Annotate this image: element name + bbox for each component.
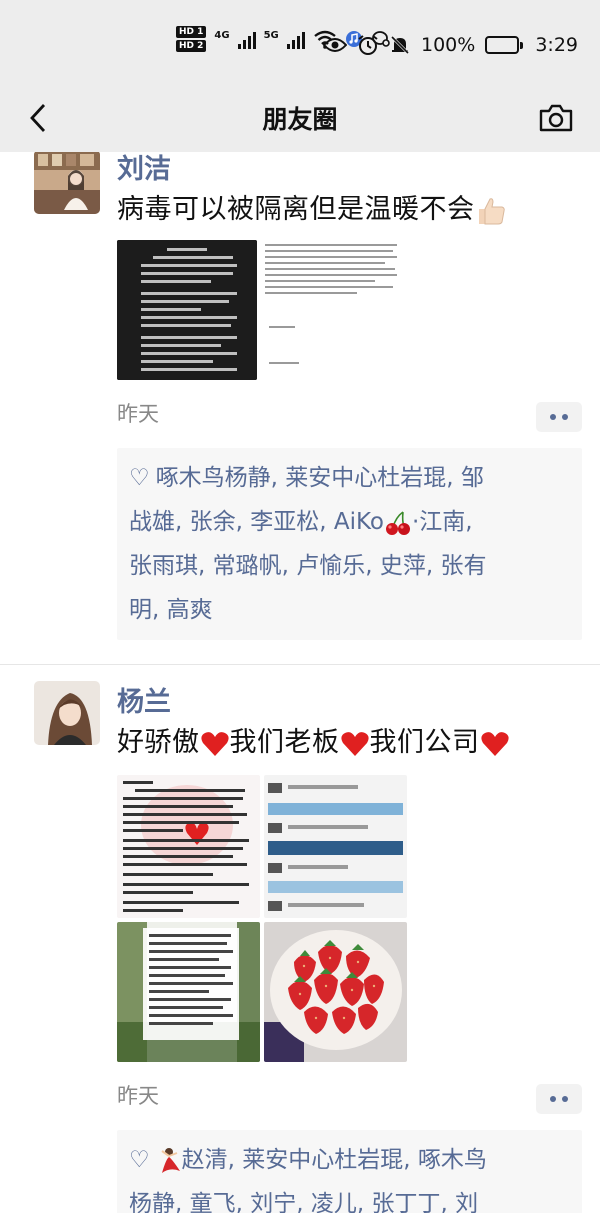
hd2-badge: HD 2 — [176, 40, 207, 52]
dancer-emoji-icon — [161, 1147, 180, 1173]
post-text: 病毒可以被隔离但是温暖不会 — [117, 190, 582, 230]
post-image[interactable] — [117, 775, 260, 918]
liker-names[interactable]: 赵清, 莱安中心杜岩琨, 啄木鸟 — [182, 1147, 487, 1173]
post-image[interactable] — [117, 922, 260, 1062]
hd1-badge: HD 1 — [176, 26, 207, 38]
liker-names[interactable]: 张雨琪, 常璐帆, 卢愉乐, 史萍, 张有 — [129, 553, 487, 579]
post-text-content: 病毒可以被隔离但是温暖不会 — [117, 194, 475, 225]
nav-bar: 朋友圈 — [0, 86, 600, 152]
camera-icon — [539, 104, 573, 132]
liker-names[interactable]: ·江南, — [412, 509, 473, 535]
likes-box: ♡ 啄木鸟杨静, 莱安中心杜岩琨, 邹 战雄, 张余, 李亚松, AiKo ·江南… — [117, 448, 582, 640]
post-time: 昨天 — [117, 402, 159, 426]
liker-names[interactable]: 杨静, 童飞, 刘宁, 凌儿, 张丁丁, 刘 — [129, 1191, 478, 1213]
battery-percent: 100% — [421, 34, 476, 56]
liker-names[interactable]: 明, 高爽 — [129, 597, 213, 623]
post-image[interactable] — [117, 240, 257, 380]
post-image[interactable] — [264, 922, 407, 1062]
avatar[interactable] — [34, 152, 100, 214]
moment-post: 刘洁 病毒可以被隔离但是温暖不会 昨天 ♡ 啄木鸟杨静, 莱安中心杜岩琨, 邹 … — [0, 152, 600, 640]
thumbs-up-emoji-icon — [478, 197, 505, 224]
camera-button[interactable] — [536, 98, 576, 138]
battery-icon — [485, 36, 524, 54]
red-heart-emoji-icon — [480, 731, 509, 756]
likes-line: 战雄, 张余, 李亚松, AiKo ·江南, — [129, 500, 570, 544]
heart-outline-icon: ♡ — [129, 465, 150, 491]
likes-line: 杨静, 童飞, 刘宁, 凌儿, 张丁丁, 刘 — [129, 1182, 570, 1213]
post-text: 好骄傲 我们老板 我们公司 — [117, 723, 582, 763]
post-meta: 昨天 — [117, 1072, 582, 1128]
heart-outline-icon: ♡ — [129, 1147, 150, 1173]
image-grid — [117, 775, 417, 1062]
likes-line: 明, 高爽 — [129, 588, 570, 632]
mute-bell-icon — [390, 35, 410, 55]
red-heart-emoji-icon — [340, 731, 369, 756]
more-actions-button[interactable] — [536, 402, 582, 432]
eye-icon — [323, 38, 347, 52]
network-type-2: 5G — [263, 30, 279, 41]
likes-line: 张雨琪, 常璐帆, 卢愉乐, 史萍, 张有 — [129, 544, 570, 588]
page-title: 朋友圈 — [262, 105, 338, 134]
status-bar: HD 1 HD 2 4G 5G 100% 3:29 — [0, 0, 600, 86]
more-actions-button[interactable] — [536, 1084, 582, 1114]
post-text-content: 我们公司 — [369, 727, 480, 758]
post-image[interactable] — [264, 775, 407, 918]
image-grid — [117, 240, 582, 380]
network-type-1: 4G — [214, 30, 230, 41]
post-time: 昨天 — [117, 1084, 159, 1108]
clock: 3:29 — [535, 34, 578, 56]
alarm-icon — [358, 35, 378, 55]
author-name[interactable]: 杨兰 — [117, 683, 582, 723]
likes-line: ♡ 啄木鸟杨静, 莱安中心杜岩琨, 邹 — [129, 456, 570, 500]
signal-1-icon — [237, 29, 256, 49]
post-text-content: 好骄傲 — [117, 727, 200, 758]
likes-line: ♡ 赵清, 莱安中心杜岩琨, 啄木鸟 — [129, 1138, 570, 1182]
post-image[interactable] — [261, 240, 401, 380]
signal-2-icon — [286, 29, 305, 49]
likes-box: ♡ 赵清, 莱安中心杜岩琨, 啄木鸟 杨静, 童飞, 刘宁, 凌儿, 张丁丁, … — [117, 1130, 582, 1213]
red-heart-emoji-icon — [200, 731, 229, 756]
avatar[interactable] — [34, 681, 100, 745]
liker-names[interactable]: 战雄, 张余, 李亚松, AiKo — [129, 509, 384, 535]
cherry-emoji-icon — [386, 510, 410, 535]
post-meta: 昨天 — [117, 390, 582, 446]
moment-post: 杨兰 好骄傲 我们老板 我们公司 昨天 ♡ 赵清, 莱安中心杜岩琨, 啄木鸟 杨… — [0, 681, 600, 1213]
post-text-content: 我们老板 — [229, 727, 340, 758]
post-divider — [0, 664, 600, 665]
author-name[interactable]: 刘洁 — [117, 152, 582, 190]
liker-names[interactable]: 啄木鸟杨静, 莱安中心杜岩琨, 邹 — [156, 465, 484, 491]
moments-feed[interactable]: 刘洁 病毒可以被隔离但是温暖不会 昨天 ♡ 啄木鸟杨静, 莱安中心杜岩琨, 邹 … — [0, 152, 600, 1213]
status-right: 100% 3:29 — [323, 28, 578, 62]
